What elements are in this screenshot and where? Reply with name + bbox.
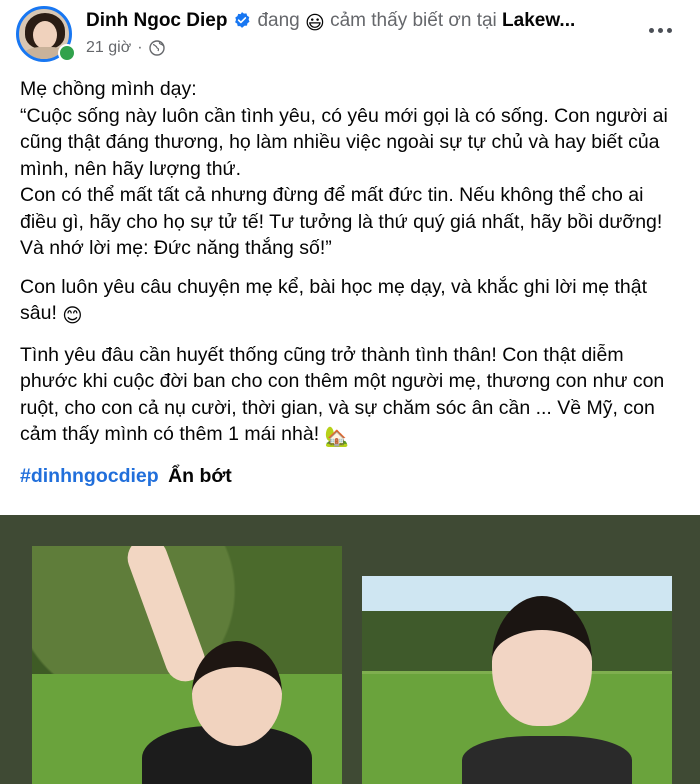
feeling-emoji: 😃 xyxy=(305,13,325,34)
more-options-icon[interactable] xyxy=(640,18,680,42)
avatar-face xyxy=(33,21,57,49)
paragraph-4: Con luôn yêu câu chuyện mẹ kể, bài học m… xyxy=(20,275,648,325)
hashtag-link[interactable]: #dinhngocdiep xyxy=(20,465,159,487)
paragraph-2: “Cuộc sống này luôn cần tình yêu, có yêu… xyxy=(20,104,668,180)
hashtag-line: #dinhngocdiep Ẩn bớt xyxy=(20,463,685,489)
paragraph-1: Mẹ chồng mình dạy: xyxy=(20,78,197,100)
status-prefix: đang xyxy=(257,10,300,31)
more-dot xyxy=(666,27,672,33)
post-header: Dinh Ngoc Diep đang 😃 cảm thấy biết ơn t… xyxy=(0,0,700,70)
post-meta: 21 giờ · xyxy=(86,37,165,59)
photo-shirt xyxy=(462,736,632,784)
verified-badge-icon xyxy=(235,12,250,28)
paragraph-3: Con có thể mất tất cả nhưng đừng để mất … xyxy=(20,184,663,259)
more-dot xyxy=(648,27,654,33)
photo-album xyxy=(0,515,700,784)
meta-separator: · xyxy=(137,39,143,56)
see-less-button[interactable]: Ẩn bớt xyxy=(168,465,232,487)
author-name[interactable]: Dinh Ngoc Diep xyxy=(86,10,227,31)
photo-person-face xyxy=(192,641,282,746)
post-photo-2[interactable] xyxy=(362,576,672,784)
feeling-text: cảm thấy biết ơn tại xyxy=(330,10,497,31)
paragraph-4-block: Con luôn yêu câu chuyện mẹ kể, bài học m… xyxy=(20,274,685,330)
post-time[interactable]: 21 giờ xyxy=(86,37,131,59)
online-status-dot xyxy=(58,44,76,62)
location-link[interactable]: Lakew... xyxy=(502,10,575,31)
more-dot xyxy=(657,27,663,33)
author-line: Dinh Ngoc Diep đang 😃 cảm thấy biết ơn t… xyxy=(86,8,626,34)
photo-person-face xyxy=(492,596,592,726)
post-photo-1[interactable] xyxy=(32,546,342,784)
globe-icon[interactable] xyxy=(148,40,165,56)
smile-emoji: 😊 xyxy=(62,305,83,327)
post-body: Mẹ chồng mình dạy: “Cuộc sống này luôn c… xyxy=(20,76,685,489)
house-emoji: 🏡 xyxy=(324,426,349,448)
paragraph-5-block: Tình yêu đâu cần huyết thống cũng trở th… xyxy=(20,342,685,451)
paragraph-quote: Mẹ chồng mình dạy: “Cuộc sống này luôn c… xyxy=(20,76,685,262)
